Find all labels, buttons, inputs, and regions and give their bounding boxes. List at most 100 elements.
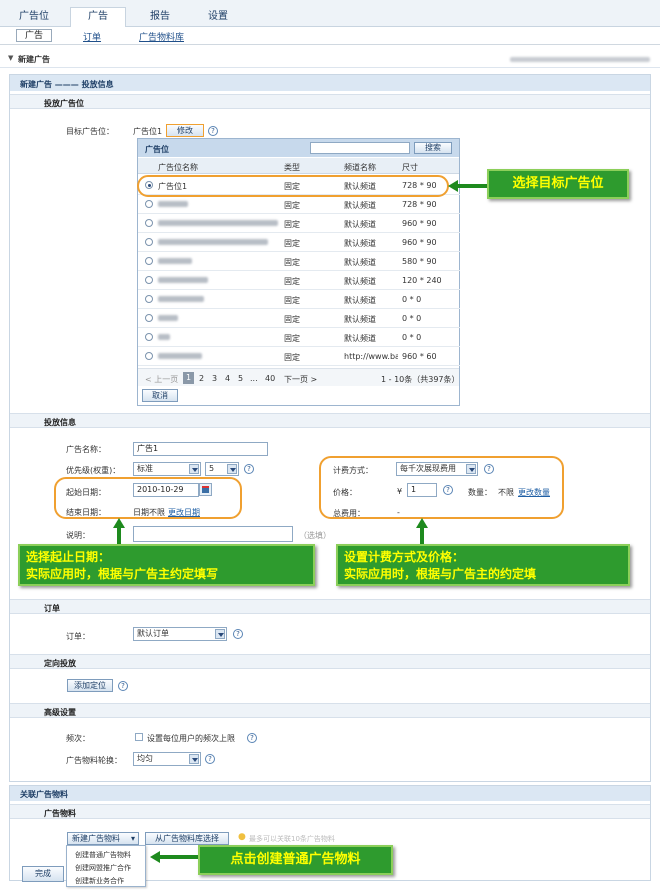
- pager-page[interactable]: 3: [212, 374, 217, 383]
- cell-name-blurred: [158, 201, 188, 207]
- edit-placement-button[interactable]: 修改: [166, 124, 204, 137]
- panel-header: ▼ 新建广告: [0, 50, 660, 68]
- table-row[interactable]: 固定 默认频道 0 * 0: [138, 309, 460, 328]
- panel-title: 新建广告: [18, 55, 50, 64]
- table-row[interactable]: 固定 默认频道 120 * 240: [138, 271, 460, 290]
- row-radio[interactable]: [145, 219, 153, 227]
- pager-prev[interactable]: < 上一页: [145, 374, 178, 385]
- help-icon[interactable]: ?: [208, 126, 218, 136]
- col-channel: 频道名称: [344, 163, 376, 172]
- table-row[interactable]: 固定 默认频道 580 * 90: [138, 252, 460, 271]
- cell-channel: 默认频道: [344, 277, 376, 286]
- cell-type: 固定: [284, 277, 300, 286]
- order-select[interactable]: 默认订单: [133, 627, 227, 641]
- priority-label: 优先级(权重)：: [66, 466, 121, 475]
- cell-name-blurred: [158, 353, 202, 359]
- row-radio[interactable]: [145, 257, 153, 265]
- highlight-dates: [54, 477, 242, 519]
- callout-arrow-stem: [458, 184, 488, 188]
- row-radio[interactable]: [145, 276, 153, 284]
- menu-item-union-material[interactable]: 创建网盟推广合作: [75, 863, 131, 873]
- row-radio[interactable]: [145, 314, 153, 322]
- table-row[interactable]: 固定 http://www.baidu 960 * 60: [138, 347, 460, 366]
- help-icon[interactable]: ?: [233, 629, 243, 639]
- frequency-checkbox-label: 设置每位用户的频次上限: [147, 734, 235, 743]
- cell-channel: 默认频道: [344, 315, 376, 324]
- lightbulb-icon: ●: [238, 832, 246, 842]
- sub-nav: 广告 订单 广告物料库: [0, 27, 660, 45]
- rotation-select[interactable]: 均匀: [133, 752, 201, 766]
- row-radio[interactable]: [145, 238, 153, 246]
- pager-page[interactable]: 5: [238, 374, 243, 383]
- table-row[interactable]: 固定 默认频道 0 * 0: [138, 328, 460, 347]
- callout-arrow-stem: [117, 527, 121, 545]
- row-radio[interactable]: [145, 333, 153, 341]
- cell-type: 固定: [284, 201, 300, 210]
- help-icon[interactable]: ?: [118, 681, 128, 691]
- table-row[interactable]: 固定 默认频道 728 * 90: [138, 195, 460, 214]
- cell-channel: 默认频道: [344, 296, 376, 305]
- pager-page-current[interactable]: 1: [183, 372, 194, 384]
- help-icon[interactable]: ?: [205, 754, 215, 764]
- cell-channel: 默认频道: [344, 334, 376, 343]
- subtab-ads[interactable]: 广告: [16, 29, 53, 42]
- weight-select[interactable]: 5: [205, 462, 239, 476]
- section-bar-delivery: 新建广告 ——— 投放信息: [10, 75, 650, 91]
- cell-size: 728 * 90: [402, 200, 437, 209]
- description-hint: （选填）: [299, 531, 331, 540]
- collapse-icon[interactable]: ▼: [8, 54, 13, 62]
- tab-placements[interactable]: 广告位: [14, 8, 54, 27]
- callout-create-material: 点击创建普通广告物料: [198, 845, 393, 875]
- placement-search-button[interactable]: 搜索: [414, 142, 452, 154]
- menu-item-new-business[interactable]: 创建新业务合作: [75, 876, 124, 886]
- callout-arrow-left-icon: [448, 180, 458, 192]
- help-icon[interactable]: ?: [247, 733, 257, 743]
- subtab-material-library[interactable]: 广告物料库: [139, 30, 184, 43]
- target-placement-value: 广告位1: [133, 127, 163, 136]
- callout-arrow-stem: [420, 527, 424, 545]
- cell-channel: 默认频道: [344, 201, 376, 210]
- cell-name-blurred: [158, 296, 204, 302]
- tab-ads[interactable]: 广告: [70, 7, 126, 28]
- callout-arrow-up-icon: [113, 518, 125, 528]
- tab-settings[interactable]: 设置: [198, 8, 238, 27]
- frequency-checkbox[interactable]: [135, 733, 143, 741]
- callout-target-placement: 选择目标广告位: [487, 169, 629, 199]
- callout-billing: 设置计费方式及价格： 实际应用时，根据与广告主的约定填: [336, 544, 630, 586]
- pager-page[interactable]: 4: [225, 374, 230, 383]
- tab-reports[interactable]: 报告: [140, 8, 180, 27]
- placement-search-input[interactable]: [310, 142, 410, 154]
- select-from-library-button[interactable]: 从广告物料库选择: [145, 832, 229, 845]
- row-radio[interactable]: [145, 352, 153, 360]
- cell-type: 固定: [284, 315, 300, 324]
- heading-placement: 投放广告位: [10, 94, 650, 109]
- pager-page[interactable]: 40: [265, 374, 275, 383]
- add-targeting-button[interactable]: 添加定位: [67, 679, 113, 692]
- heading-advanced: 高级设置: [10, 703, 650, 718]
- order-label: 订单：: [66, 632, 90, 641]
- cell-name-blurred: [158, 315, 178, 321]
- row-radio[interactable]: [145, 200, 153, 208]
- callout-arrow-stem: [160, 855, 198, 859]
- cancel-button[interactable]: 取消: [142, 389, 178, 402]
- table-row[interactable]: 固定 默认频道 960 * 90: [138, 233, 460, 252]
- highlight-selected-row: [137, 175, 449, 197]
- priority-select[interactable]: 标准: [133, 462, 201, 476]
- finish-button[interactable]: 完成: [22, 866, 64, 882]
- heading-targeting: 定向投放: [10, 654, 650, 669]
- ad-name-input[interactable]: 广告1: [133, 442, 268, 456]
- cell-size: 0 * 0: [402, 314, 422, 323]
- subtab-orders[interactable]: 订单: [83, 30, 101, 43]
- pager-page[interactable]: 2: [199, 374, 204, 383]
- row-radio[interactable]: [145, 295, 153, 303]
- cell-type: 固定: [284, 334, 300, 343]
- description-label: 说明：: [66, 531, 90, 540]
- pager-next[interactable]: 下一页 >: [284, 374, 317, 385]
- table-row[interactable]: 固定 默认频道 960 * 90: [138, 214, 460, 233]
- col-type: 类型: [284, 163, 300, 172]
- table-row[interactable]: 固定 默认频道 0 * 0: [138, 290, 460, 309]
- help-icon[interactable]: ?: [244, 464, 254, 474]
- menu-item-normal-material[interactable]: 创建普通广告物料: [75, 850, 131, 860]
- description-input[interactable]: [133, 526, 293, 542]
- new-material-button[interactable]: 新建广告物料 ▾: [67, 832, 139, 845]
